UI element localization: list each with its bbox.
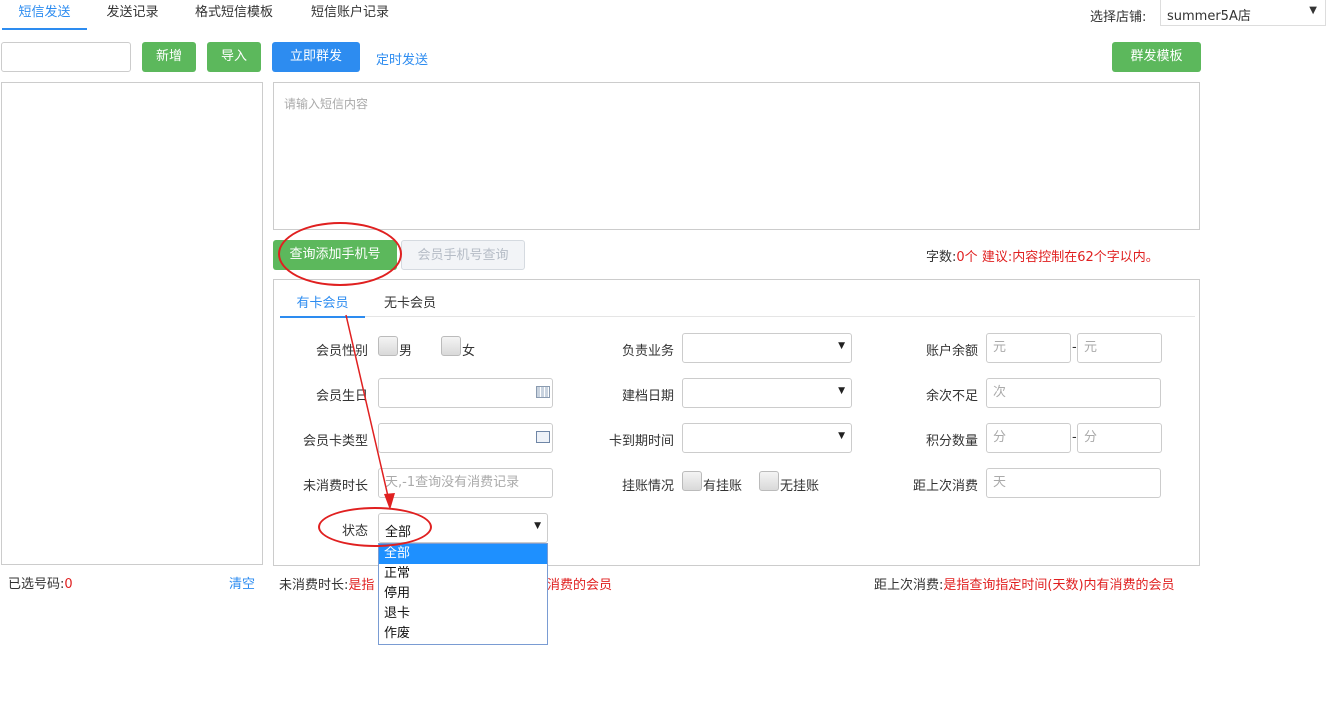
annotation-arrow [345,314,395,510]
